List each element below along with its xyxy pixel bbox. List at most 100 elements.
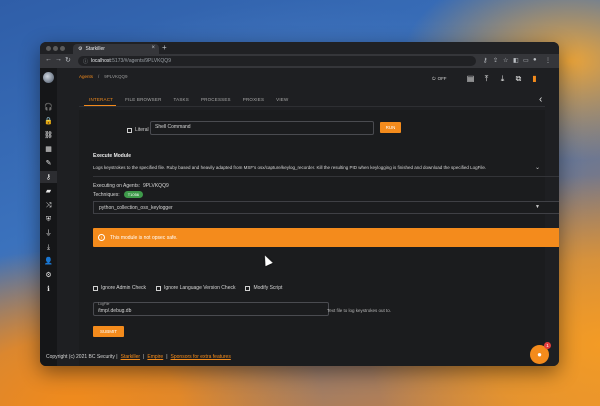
toggle-label: OFF [437,76,447,81]
ignore-admin-label: Ignore Admin Check [101,285,147,291]
notification-badge: 1 [544,342,551,349]
download-icon[interactable]: ⤓ [44,243,53,252]
footer-separator: | [166,354,168,360]
breadcrumb: Agents / 9PLVKQQ9 [79,74,127,79]
tab-interact[interactable]: INTERACT [83,97,119,102]
breadcrumb-current: 9PLVKQQ9 [104,74,128,79]
ignore-language-option[interactable]: Ignore Language Version Check [156,285,235,291]
settings-gear-icon[interactable]: ⚙ [44,271,53,280]
new-tab-icon[interactable]: + [162,43,167,52]
share-icon[interactable]: ⇪ [493,57,498,64]
executing-on-agents: Executing on Agents: 9PLVKQQ9 [93,183,169,189]
address-bar[interactable]: ⓘ localhost:5173/#/agents/9PLVKQQ9 [78,56,476,66]
breadcrumb-agents-link[interactable]: Agents [79,74,93,79]
extension-icon[interactable]: ◧ [513,57,519,64]
key-sidebar-icon[interactable]: ⚷ [44,173,53,182]
footer-starkiller-link[interactable]: Starkiller [121,354,140,360]
tab-view[interactable]: VIEW [270,97,294,102]
browser-tab-strip: ⚙ Starkiller × + [40,42,559,54]
starkiller-logo [43,72,54,83]
info-icon: ⓘ [83,58,89,65]
footer-copyright: Copyright (c) 2021 BC Security | [46,354,118,360]
footer: Copyright (c) 2021 BC Security | Starkil… [46,354,231,360]
upload-icon[interactable]: ⤒ [482,74,491,84]
module-options: Ignore Admin Check Ignore Language Versi… [93,285,282,291]
module-select[interactable]: python_collection_osx_keylogger [93,201,559,214]
submit-button[interactable]: SUBMIT [93,326,124,337]
selected-module: python_collection_osx_keylogger [99,205,173,211]
agent-tabs: INTERACT FILE BROWSER TASKS PROCESSES PR… [83,97,294,102]
window-close-dot[interactable] [46,46,51,51]
shell-command-input[interactable]: Shell Command [150,121,374,135]
sidepanel-icon[interactable]: ▭ [523,57,529,64]
user-icon[interactable]: 👤 [44,257,53,266]
modify-script-checkbox[interactable] [245,285,251,291]
kill-toggle[interactable]: ⏻ OFF [432,76,447,81]
note-icon[interactable]: ▰ [44,187,53,196]
techniques-label: Techniques: [93,191,120,198]
footer-empire-link[interactable]: Empire [147,354,163,360]
logfile-value: /tmp/.debug.db [98,308,132,314]
url-host: localhost [91,58,111,64]
technique-chip[interactable]: T1056 [123,191,144,198]
reload-icon[interactable]: ↻ [65,56,71,64]
techniques-row: Techniques: T1056 [93,191,144,198]
alert-text: This module is not opsec safe. [110,234,178,241]
select-dropdown-icon[interactable]: ▼ [535,204,540,210]
tab-favicon-icon: ⚙ [78,46,83,52]
power-icon: ⏻ [432,76,436,81]
literal-label: Literal [135,127,149,133]
download-action-icon[interactable]: ⤓ [498,74,507,84]
key-icon[interactable]: ⚷ [483,57,487,64]
lock-icon[interactable]: 🔒 [44,117,53,126]
run-button[interactable]: RUN [380,122,401,133]
chat-icon: ● [537,350,542,359]
tab-processes[interactable]: PROCESSES [195,97,237,102]
ignore-admin-checkbox[interactable] [93,285,98,291]
main-content: Agents / 9PLVKQQ9 ⏻ OFF ▤ ⤒ ⤓ ⧉ ▮ INTERA… [57,68,559,366]
window-zoom-dot[interactable] [60,46,65,51]
logfile-help-text: Text file to log keystrokes out to. [327,308,392,313]
description-chevron-icon[interactable]: ⌄ [535,164,540,171]
shuffle-icon[interactable]: ⤨ [44,201,53,210]
ignore-language-checkbox[interactable] [156,285,162,291]
footer-separator: | [143,354,145,360]
execute-module-title: Execute Module [93,153,132,159]
shield-icon[interactable]: ⛨ [44,215,53,224]
menu-kebab-icon[interactable]: ⋮ [545,57,551,64]
open-external-icon[interactable]: ⧉ [514,74,523,84]
literal-checkbox[interactable] [127,127,132,133]
window-minimize-dot[interactable] [53,46,58,51]
ignore-admin-check-option[interactable]: Ignore Admin Check [93,285,146,291]
tab-proxies[interactable]: PROXIES [237,97,270,102]
plug-icon[interactable]: ⏚ [44,229,53,238]
tab-file-browser[interactable]: FILE BROWSER [119,97,167,102]
app-sidebar: 🎧 🔒 ⛓ ▦ ✎ ⚷ ▰ ⤨ ⛨ ⏚ ⤓ 👤 ⚙ ℹ [40,68,57,366]
executing-label: Executing on Agents: [93,183,140,189]
profile-icon[interactable]: ● [533,57,537,63]
logfile-label: LogFile [98,302,110,306]
description-divider [93,176,559,177]
tab-close-icon[interactable]: × [151,45,155,51]
alert-icon: ! [98,234,105,241]
tab-tasks[interactable]: TASKS [168,97,195,102]
breadcrumb-separator: / [98,74,100,79]
calendar-icon[interactable]: ▤ [466,74,475,84]
interact-panel: Literal ! Shell Command RUN Execute Modu… [79,110,559,366]
delete-icon[interactable]: ▮ [530,74,539,84]
modify-script-option[interactable]: Modify Script [245,285,282,291]
apps-grid-icon[interactable]: ▦ [44,145,53,154]
browser-tab[interactable]: ⚙ Starkiller × [73,44,159,54]
headphones-icon[interactable]: 🎧 [44,103,53,112]
collapse-chevron-icon[interactable]: ‹ [539,94,542,105]
agents-link-icon[interactable]: ⛓ [44,131,53,140]
ignore-language-label: Ignore Language Version Check [164,285,236,291]
footer-sponsors-link[interactable]: Sponsors for extra features [171,354,231,360]
forward-icon[interactable]: → [55,56,62,63]
tabs-divider [79,106,545,107]
logfile-input[interactable]: LogFile /tmp/.debug.db [93,302,329,316]
about-info-icon[interactable]: ℹ [44,285,53,294]
back-icon[interactable]: ← [45,56,52,63]
bookmark-star-icon[interactable]: ☆ [503,57,508,64]
pen-icon[interactable]: ✎ [44,159,53,168]
